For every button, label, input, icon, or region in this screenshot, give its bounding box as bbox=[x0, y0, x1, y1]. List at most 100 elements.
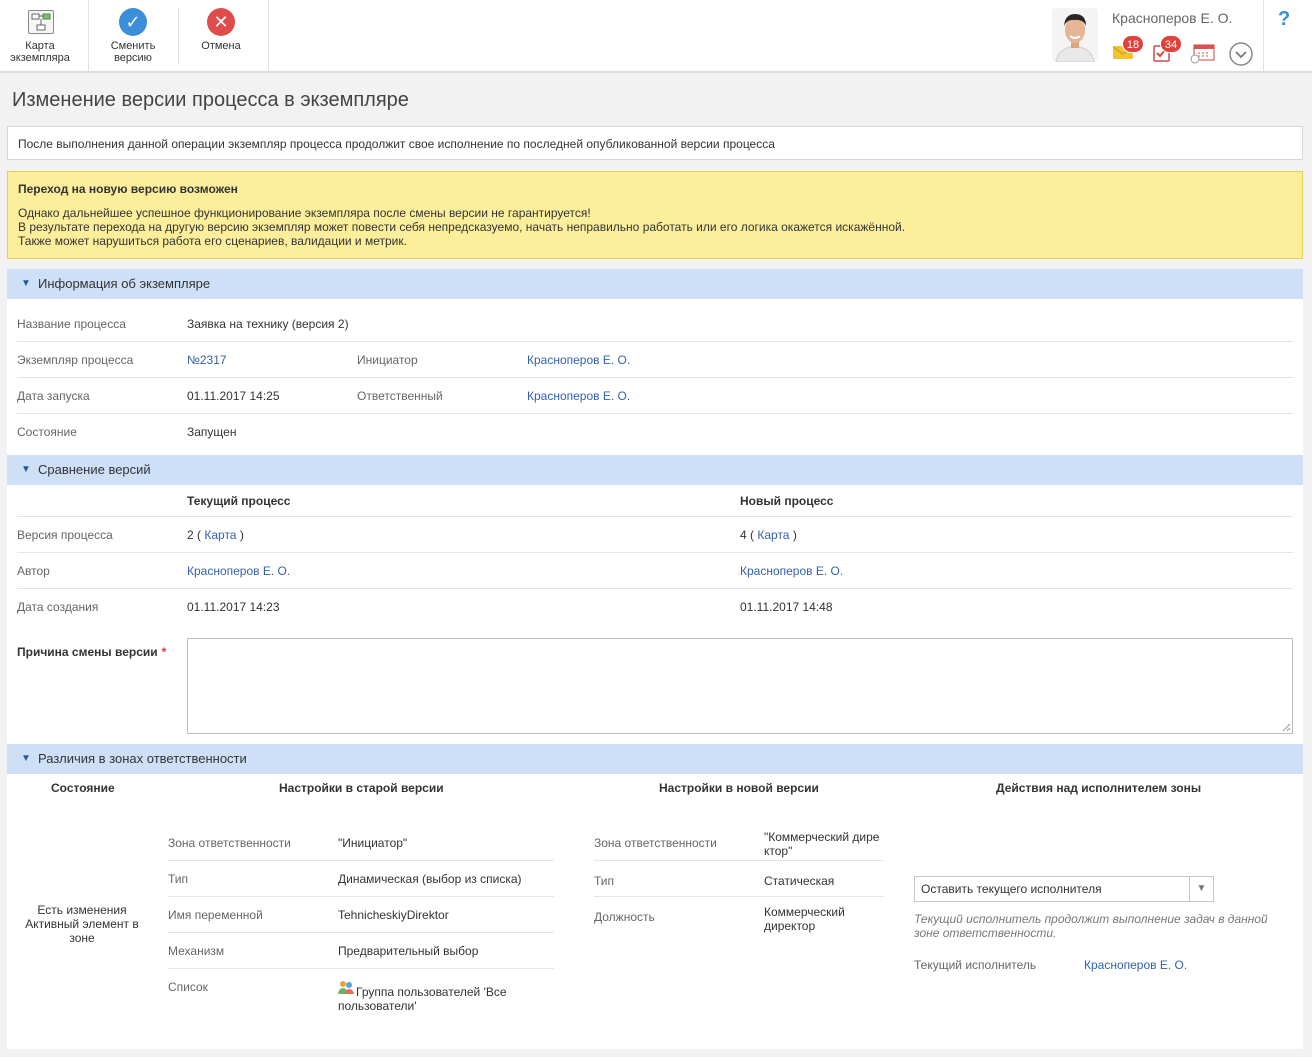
info-message: После выполнения данной операции экземпл… bbox=[7, 126, 1303, 160]
help-icon[interactable]: ? bbox=[1278, 8, 1290, 31]
row-state: Состояние Запущен bbox=[17, 414, 1293, 450]
new-zone-label: Зона ответственности bbox=[594, 836, 717, 850]
responsible-label: Ответственный bbox=[357, 389, 443, 403]
toolbar-divider bbox=[268, 0, 269, 71]
main-content: ▼ Информация об экземпляре Название проц… bbox=[7, 269, 1303, 1049]
old-list-line: пользователи' bbox=[338, 999, 417, 1013]
new-map-link[interactable]: Карта bbox=[757, 528, 789, 542]
tasks-count-badge: 34 bbox=[1160, 35, 1182, 53]
author-label: Автор bbox=[17, 564, 50, 578]
change-version-button[interactable]: ✓ Сменить версию bbox=[94, 0, 172, 71]
cancel-button[interactable]: ✕ Отмена bbox=[182, 0, 260, 71]
section-title: Информация об экземпляре bbox=[38, 276, 211, 291]
old-var-label: Имя переменной bbox=[168, 908, 263, 922]
hint-line: Текущий исполнитель продолжит выполнение… bbox=[914, 912, 1268, 926]
old-list-value[interactable]: Группа пользователей 'Все пользователи' bbox=[338, 985, 507, 1013]
paren-open: ( bbox=[197, 528, 202, 542]
reason-label-text: Причина смены версии bbox=[17, 645, 158, 659]
instance-label: Экземпляр процесса bbox=[17, 353, 134, 367]
old-mech-value: Предварительный выбор bbox=[338, 944, 479, 958]
current-version: 2 ( Карта ) bbox=[187, 517, 244, 553]
warning-title: Переход на новую версию возможен bbox=[18, 182, 238, 196]
old-type-value: Динамическая (выбор из списка) bbox=[338, 872, 522, 886]
responsible-link[interactable]: Красноперов Е. О. bbox=[527, 378, 630, 414]
zone-state-line: зоне bbox=[69, 931, 95, 945]
initiator-link[interactable]: Красноперов Е. О. bbox=[527, 342, 630, 378]
version-label: Версия процесса bbox=[17, 528, 113, 542]
section-instance-info-header[interactable]: ▼ Информация об экземпляре bbox=[7, 269, 1303, 299]
current-created: 01.11.2017 14:23 bbox=[187, 600, 280, 614]
executor-action-hint: Текущий исполнитель продолжит выполнение… bbox=[914, 912, 1284, 940]
mail-count-badge: 18 bbox=[1122, 35, 1144, 53]
map-button-label-2: экземпляра bbox=[10, 52, 70, 64]
paren-close: ) bbox=[792, 528, 797, 542]
row-start-date: Дата запуска 01.11.2017 14:25 Ответствен… bbox=[17, 378, 1293, 414]
current-author-link[interactable]: Красноперов Е. О. bbox=[187, 553, 290, 589]
current-map-link[interactable]: Карта bbox=[204, 528, 236, 542]
executor-action-select[interactable]: Оставить текущего исполнителя ▼ bbox=[914, 876, 1214, 902]
current-executor-link[interactable]: Красноперов Е. О. bbox=[1084, 958, 1187, 972]
hint-line: зоне ответственности. bbox=[914, 926, 1057, 940]
calendar-icon[interactable] bbox=[1190, 44, 1216, 67]
row-process-name: Название процесса Заявка на технику (вер… bbox=[17, 306, 1293, 342]
zone-state-line: Есть изменения bbox=[37, 903, 127, 917]
page-title: Изменение версии процесса в экземпляре bbox=[12, 89, 409, 111]
new-zone-row: Зона ответственности "Коммерческий дире … bbox=[594, 825, 884, 861]
instance-link[interactable]: №2317 bbox=[187, 342, 227, 378]
old-var-value: TehnicheskiyDirektor bbox=[338, 908, 449, 922]
state-value: Запущен bbox=[187, 425, 237, 439]
new-pos-row: Должность Коммерческий директор bbox=[594, 897, 884, 933]
reason-label: Причина смены версии * bbox=[17, 645, 166, 659]
change-version-label-2: версию bbox=[114, 52, 152, 64]
executor-action-value: Оставить текущего исполнителя bbox=[921, 882, 1102, 896]
chevron-down-icon[interactable]: ▼ bbox=[1189, 877, 1213, 901]
warning-message: Переход на новую версию возможен Однако … bbox=[7, 171, 1303, 259]
change-version-label-1: Сменить bbox=[110, 40, 156, 52]
paren-close: ) bbox=[239, 528, 244, 542]
resize-handle-icon[interactable] bbox=[1281, 722, 1291, 732]
current-process-header: Текущий процесс bbox=[187, 494, 291, 508]
new-process-header: Новый процесс bbox=[740, 494, 834, 508]
new-author-link[interactable]: Красноперов Е. О. bbox=[740, 553, 843, 589]
compare-header-row: Текущий процесс Новый процесс bbox=[17, 486, 1293, 517]
chevron-down-icon: ▼ bbox=[21, 278, 31, 289]
instance-map-button[interactable]: Карта экземпляра bbox=[0, 0, 80, 71]
initiator-label: Инициатор bbox=[357, 353, 418, 367]
user-name[interactable]: Красноперов Е. О. bbox=[1112, 10, 1232, 26]
section-compare-header[interactable]: ▼ Сравнение версий bbox=[7, 455, 1303, 485]
current-executor-label: Текущий исполнитель bbox=[914, 958, 1037, 972]
warning-line: Однако дальнейшее успешное функционирова… bbox=[18, 206, 591, 220]
new-type-label: Тип bbox=[594, 874, 615, 888]
row-version: Версия процесса 2 ( Карта ) 4 ( Карта ) bbox=[17, 517, 1293, 553]
user-avatar[interactable] bbox=[1052, 8, 1098, 62]
state-label: Состояние bbox=[17, 425, 77, 439]
info-text: После выполнения данной операции экземпл… bbox=[18, 137, 775, 151]
new-zone-line: ктор" bbox=[764, 844, 793, 858]
new-pos-label: Должность bbox=[594, 910, 655, 924]
toolbar: Карта экземпляра ✓ Сменить версию ✕ Отме… bbox=[0, 0, 1312, 73]
current-version-number: 2 bbox=[187, 528, 194, 542]
required-mark: * bbox=[161, 645, 167, 659]
chevron-down-icon[interactable] bbox=[1229, 42, 1253, 69]
toolbar-divider bbox=[178, 8, 179, 64]
new-created: 01.11.2017 14:48 bbox=[740, 600, 833, 614]
old-mech-row: Механизм Предварительный выбор bbox=[168, 933, 554, 969]
zone-state-line: Активный элемент в bbox=[25, 917, 139, 931]
old-zone-row: Зона ответственности "Инициатор" bbox=[168, 825, 554, 861]
old-type-row: Тип Динамическая (выбор из списка) bbox=[168, 861, 554, 897]
old-zone-label: Зона ответственности bbox=[168, 836, 291, 850]
new-version-number: 4 bbox=[740, 528, 747, 542]
new-version: 4 ( Карта ) bbox=[740, 517, 797, 553]
created-label: Дата создания bbox=[17, 600, 99, 614]
zones-col-actions: Действия над исполнителем зоны bbox=[996, 781, 1202, 795]
user-group-icon bbox=[338, 979, 354, 998]
toolbar-divider bbox=[1263, 0, 1264, 71]
section-zones-header[interactable]: ▼ Различия в зонах ответственности bbox=[7, 744, 1303, 774]
new-type-value: Статическая bbox=[764, 874, 835, 888]
paren-open: ( bbox=[750, 528, 755, 542]
reason-textarea[interactable] bbox=[187, 638, 1293, 734]
chevron-down-icon: ▼ bbox=[21, 464, 31, 475]
old-list-row: Список Группа пользователей 'Все пользов… bbox=[168, 969, 554, 1019]
old-list-line: Группа пользователей 'Все bbox=[356, 985, 507, 999]
row-author: Автор Красноперов Е. О. Красноперов Е. О… bbox=[17, 553, 1293, 589]
